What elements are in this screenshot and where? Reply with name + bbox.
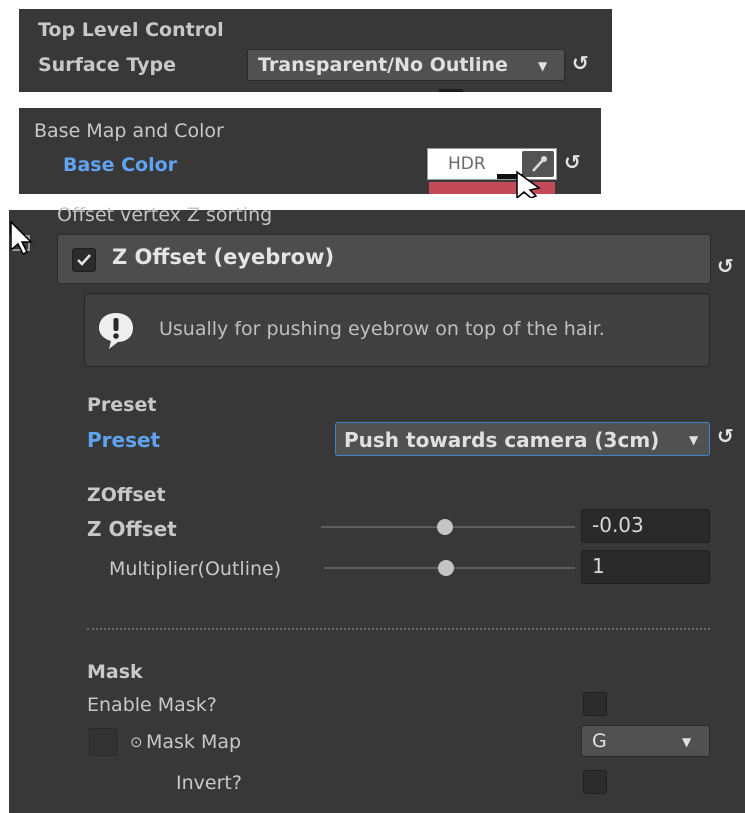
mouse-cursor-icon <box>497 168 547 200</box>
surface-type-dropdown[interactable]: Transparent/No Outline ▼ <box>247 49 565 81</box>
surface-type-label: Surface Type <box>38 54 177 76</box>
enable-mask-label: Enable Mask? <box>87 694 217 716</box>
multiplier-slider-thumb[interactable] <box>438 560 454 576</box>
multiplier-field[interactable]: 1 <box>581 550 710 584</box>
panel-divider <box>439 89 463 92</box>
section-separator <box>87 628 710 630</box>
zoffset-header: ZOffset <box>87 484 166 506</box>
preset-label: Preset <box>87 428 161 452</box>
chevron-down-icon: ▼ <box>689 433 699 447</box>
multiplier-outline-label: Multiplier(Outline) <box>109 558 282 580</box>
preset-dropdown[interactable]: Push towards camera (3cm) ▼ <box>335 422 710 456</box>
z-offset-field[interactable]: -0.03 <box>581 509 710 543</box>
surface-type-value: Transparent/No Outline <box>258 54 508 76</box>
z-offset-label: Z Offset <box>87 517 177 541</box>
preset-header: Preset <box>87 394 157 416</box>
reset-base-color-icon[interactable]: ↺ <box>564 150 581 174</box>
z-offset-toggle-checkbox[interactable] <box>72 248 96 272</box>
chevron-down-icon: ▼ <box>682 735 692 749</box>
mouse-cursor-icon <box>9 220 39 260</box>
checkmark-icon <box>77 254 91 266</box>
reset-z-offset-icon[interactable]: ↺ <box>717 254 734 278</box>
chevron-down-icon: ▼ <box>538 59 548 73</box>
top-level-panel: Top Level Control Surface Type Transpare… <box>19 9 612 92</box>
object-picker-icon[interactable]: ⊙ <box>130 733 143 751</box>
invert-checkbox[interactable] <box>583 770 607 794</box>
mask-channel-value: G <box>592 730 607 752</box>
mask-header: Mask <box>87 661 143 683</box>
base-map-header: Base Map and Color <box>34 120 224 142</box>
enable-mask-checkbox[interactable] <box>583 692 607 716</box>
mask-map-label: Mask Map <box>146 731 242 753</box>
preset-value: Push towards camera (3cm) <box>344 428 660 452</box>
reset-preset-icon[interactable]: ↺ <box>717 424 734 448</box>
mask-channel-dropdown[interactable]: G ▼ <box>581 725 710 757</box>
exclamation-icon <box>97 311 135 351</box>
base-map-panel: Base Map and Color Base Color HDR ↺ <box>19 108 601 200</box>
section-title: Offset vertex Z sorting <box>57 204 273 226</box>
z-offset-slider-thumb[interactable] <box>437 519 453 535</box>
invert-label: Invert? <box>176 772 242 794</box>
info-text: Usually for pushing eyebrow on top of th… <box>159 318 605 340</box>
base-color-label: Base Color <box>63 154 178 176</box>
reset-surface-type-icon[interactable]: ↺ <box>572 51 589 75</box>
z-offset-toggle-label: Z Offset (eyebrow) <box>112 245 335 269</box>
info-help-box: Usually for pushing eyebrow on top of th… <box>84 293 710 367</box>
z-offset-foldout-header[interactable]: Z Offset (eyebrow) <box>57 234 711 284</box>
mask-map-texture-slot[interactable] <box>89 728 117 756</box>
z-offset-panel: Offset vertex Z sorting Z Offset (eyebro… <box>9 204 745 813</box>
hdr-label: HDR <box>448 154 486 174</box>
top-level-header: Top Level Control <box>38 19 224 41</box>
